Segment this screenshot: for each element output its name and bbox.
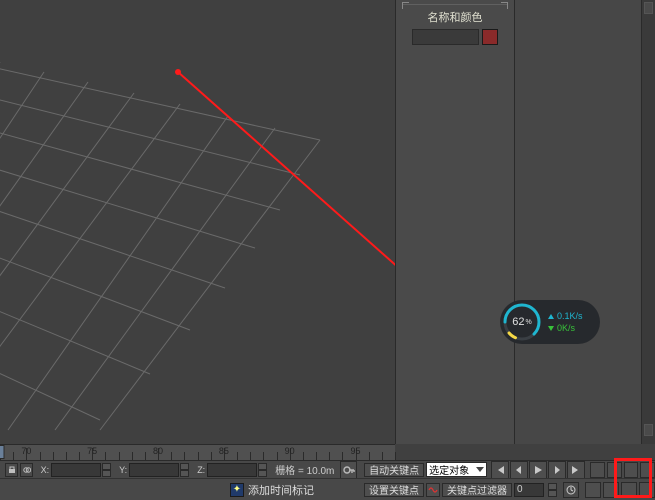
viewport-canvas — [0, 0, 395, 444]
key-target-dropdown[interactable]: 选定对象 — [426, 462, 486, 477]
viewport-nav-8[interactable] — [639, 482, 655, 498]
viewport-nav-5[interactable] — [585, 482, 601, 498]
ruler-label: 80 — [153, 446, 163, 456]
x-spinner-up[interactable] — [102, 463, 111, 470]
usage-percent: 62 — [512, 316, 524, 328]
object-color-swatch[interactable] — [482, 29, 498, 45]
goto-end-button[interactable] — [567, 461, 585, 479]
viewport-nav-1[interactable] — [590, 462, 605, 478]
x-spinner-down[interactable] — [102, 470, 111, 477]
viewport-nav-4[interactable] — [640, 462, 655, 478]
object-name-input[interactable] — [412, 29, 479, 45]
key-mode-icon[interactable] — [340, 461, 357, 479]
time-slider-thumb[interactable] — [0, 445, 5, 459]
key-filter-icon-1[interactable] — [426, 483, 440, 497]
add-time-tag-label[interactable]: 添加时间标记 — [248, 482, 314, 498]
right-dock-area — [515, 0, 655, 444]
ruler-label: 70 — [21, 446, 31, 456]
transport-controls — [491, 461, 585, 479]
goto-start-button[interactable] — [491, 461, 509, 479]
next-frame-button[interactable] — [548, 461, 566, 479]
z-input[interactable] — [207, 463, 257, 477]
upload-speed: 0.1K/s — [548, 310, 583, 322]
y-input[interactable] — [129, 463, 179, 477]
selection-sets-icon[interactable] — [20, 463, 33, 477]
download-speed: 0K/s — [548, 322, 583, 334]
viewport-nav-3[interactable] — [624, 462, 639, 478]
ruler-label: 85 — [219, 446, 229, 456]
viewport-nav-2[interactable] — [607, 462, 622, 478]
ruler-label: 75 — [87, 446, 97, 456]
transform-y: Y: — [119, 463, 189, 477]
ruler-label: 95 — [350, 446, 360, 456]
lock-selection-icon[interactable] — [5, 463, 18, 477]
usage-ring-icon: 62% — [502, 302, 542, 342]
transform-x: X: — [41, 463, 112, 477]
current-frame-input[interactable]: 0 — [514, 483, 544, 497]
grid-readout: 栅格 = 10.0m — [275, 462, 334, 477]
command-panel: 名称和颜色 — [395, 0, 515, 444]
panel-scrollbar[interactable] — [641, 0, 655, 444]
perspective-viewport[interactable] — [0, 0, 395, 444]
ruler-label: 90 — [285, 446, 295, 456]
x-input[interactable] — [51, 463, 101, 477]
play-button[interactable] — [529, 461, 547, 479]
network-speed-overlay: 62% 0.1K/s 0K/s — [500, 300, 600, 344]
viewport-nav-7[interactable] — [621, 482, 637, 498]
prev-frame-button[interactable] — [510, 461, 528, 479]
transform-z: Z: — [197, 463, 267, 477]
rollout-title: 名称和颜色 — [402, 9, 508, 25]
key-filters-button[interactable]: 关键点过滤器 — [442, 483, 512, 497]
add-time-tag-icon[interactable]: ✦ — [230, 483, 244, 497]
timeline-ruler[interactable]: 70 75 80 85 90 95 — [0, 444, 395, 460]
viewport-nav-6[interactable] — [603, 482, 619, 498]
time-config-button[interactable] — [563, 482, 579, 498]
set-key-button[interactable]: 设置关键点 — [364, 483, 424, 497]
auto-key-button[interactable]: 自动关键点 — [364, 463, 424, 477]
annotation-arrow — [175, 69, 395, 444]
